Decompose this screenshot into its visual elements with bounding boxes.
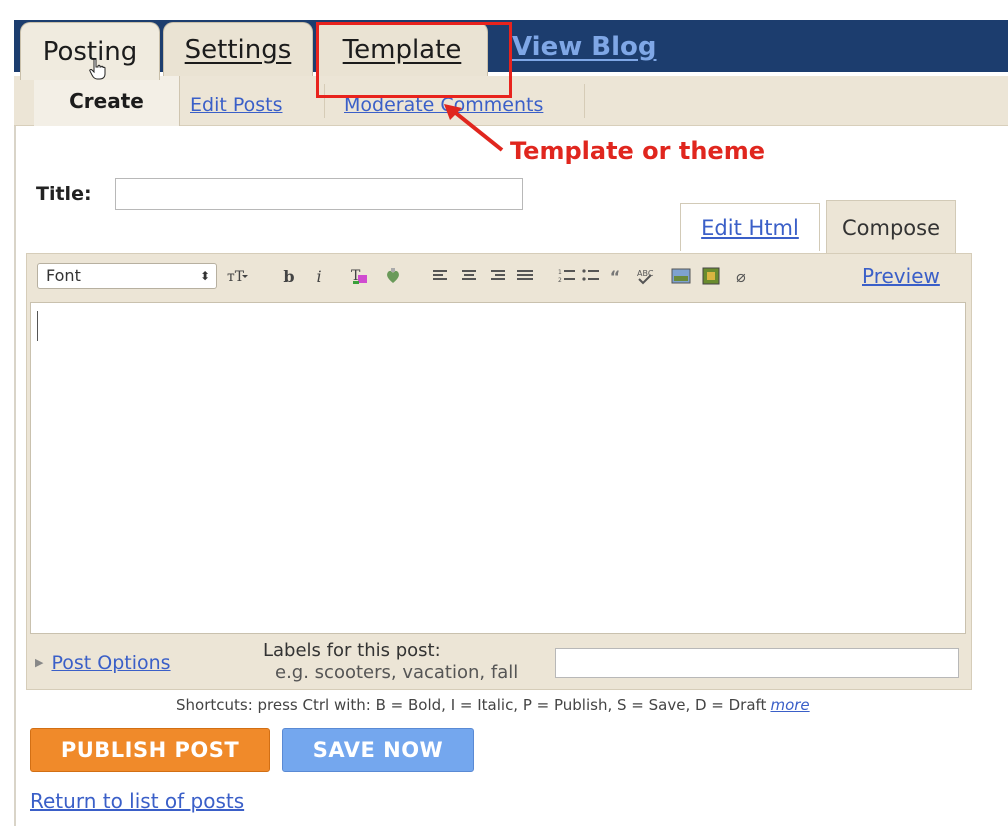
post-options-toggle[interactable]: ▶ Post Options [35,652,171,674]
title-input[interactable] [115,178,523,210]
hand-cursor-icon [89,58,106,80]
numbered-list-icon[interactable]: 12 [555,264,579,288]
spellcheck-icon[interactable]: ABC [633,264,657,288]
save-now-button[interactable]: SAVE NOW [282,728,474,772]
view-blog-link[interactable]: View Blog [512,32,657,62]
preview-link[interactable]: Preview [862,264,940,288]
post-options-label: Post Options [51,652,171,674]
image-icon[interactable] [669,264,693,288]
link-icon[interactable] [381,264,405,288]
annotation-highlight-box [316,22,512,98]
labels-input[interactable] [555,648,959,678]
svg-text:ABC: ABC [637,269,654,278]
bold-icon[interactable]: b [277,264,301,288]
eraser-icon[interactable]: ⌀ [729,264,753,288]
post-editor: Font ⬍ ᴛT b i T 1 2 “ ABC ⌀ Preview ▶ Po… [26,253,972,690]
annotation-label: Template or theme [510,137,765,165]
return-to-posts-link[interactable]: Return to list of posts [30,789,244,813]
italic-icon[interactable]: i [307,264,331,288]
post-body-textarea[interactable] [30,302,966,634]
tab-settings-label: Settings [184,34,292,65]
editor-footer: ▶ Post Options Labels for this post: e.g.… [27,638,971,690]
align-center-icon[interactable] [457,264,481,288]
labels-title: Labels for this post: [263,640,441,661]
svg-text:2: 2 [558,277,562,284]
tab-edit-html[interactable]: Edit Html [680,203,820,251]
publish-post-button[interactable]: PUBLISH POST [30,728,270,772]
shortcuts-text: Shortcuts: press Ctrl with: B = Bold, I … [176,696,767,714]
select-arrows-icon: ⬍ [199,269,210,283]
tab-settings[interactable]: Settings [163,22,313,76]
title-label: Title: [36,183,92,205]
text-cursor [37,311,38,341]
text-color-icon[interactable]: T [347,264,371,288]
blockquote-icon[interactable]: “ [603,264,627,288]
annotation-arrow-icon [444,104,504,152]
expand-triangle-icon: ▶ [35,656,44,669]
labels-example: e.g. scooters, vacation, fall [275,662,519,683]
video-icon[interactable] [699,264,723,288]
svg-text:1: 1 [558,269,562,276]
edit-posts-link[interactable]: Edit Posts [190,94,283,116]
bulleted-list-icon[interactable] [579,264,603,288]
editor-toolbar: Font ⬍ ᴛT b i T 1 2 “ ABC ⌀ Preview [27,254,971,298]
subtab-create[interactable]: Create [34,76,180,126]
align-left-icon[interactable] [429,264,453,288]
shortcuts-more-link[interactable]: more [770,696,809,714]
shortcuts-hint: Shortcuts: press Ctrl with: B = Bold, I … [176,696,810,714]
svg-text:ᴛT: ᴛT [227,269,245,285]
tab-compose[interactable]: Compose [826,200,956,254]
align-right-icon[interactable] [485,264,509,288]
justify-icon[interactable] [513,264,537,288]
font-select-value: Font [46,266,81,285]
font-select[interactable]: Font ⬍ [37,263,217,289]
blogger-editor-page: Posting Settings Template View Blog Crea… [0,0,1008,826]
font-size-icon[interactable]: ᴛT [225,264,249,288]
